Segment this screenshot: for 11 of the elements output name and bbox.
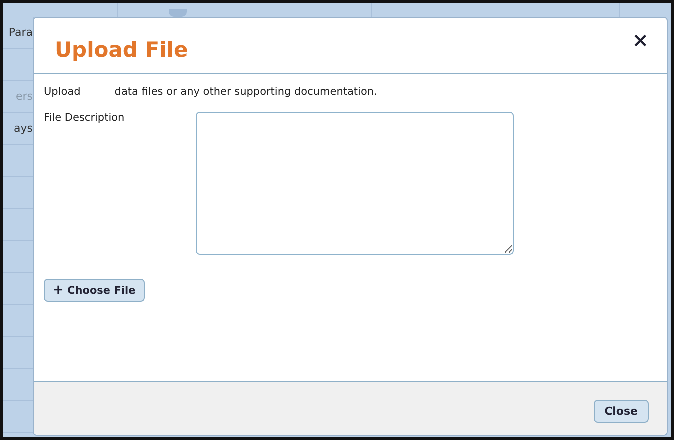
row-label: Para [8, 26, 33, 39]
description-field[interactable] [196, 112, 514, 255]
close-button[interactable]: Close [594, 400, 649, 423]
intro-text: data files or any other supporting documentation. [114, 86, 378, 98]
tab-handle[interactable] [169, 9, 187, 17]
field-label: File Description [44, 112, 126, 126]
intro-text: Upload [44, 86, 81, 98]
choose-file-button[interactable]: + Choose File [44, 279, 145, 302]
dialog-title: Upload File [55, 38, 188, 62]
row-label: ers [16, 90, 33, 103]
row-label: ays [14, 122, 33, 135]
